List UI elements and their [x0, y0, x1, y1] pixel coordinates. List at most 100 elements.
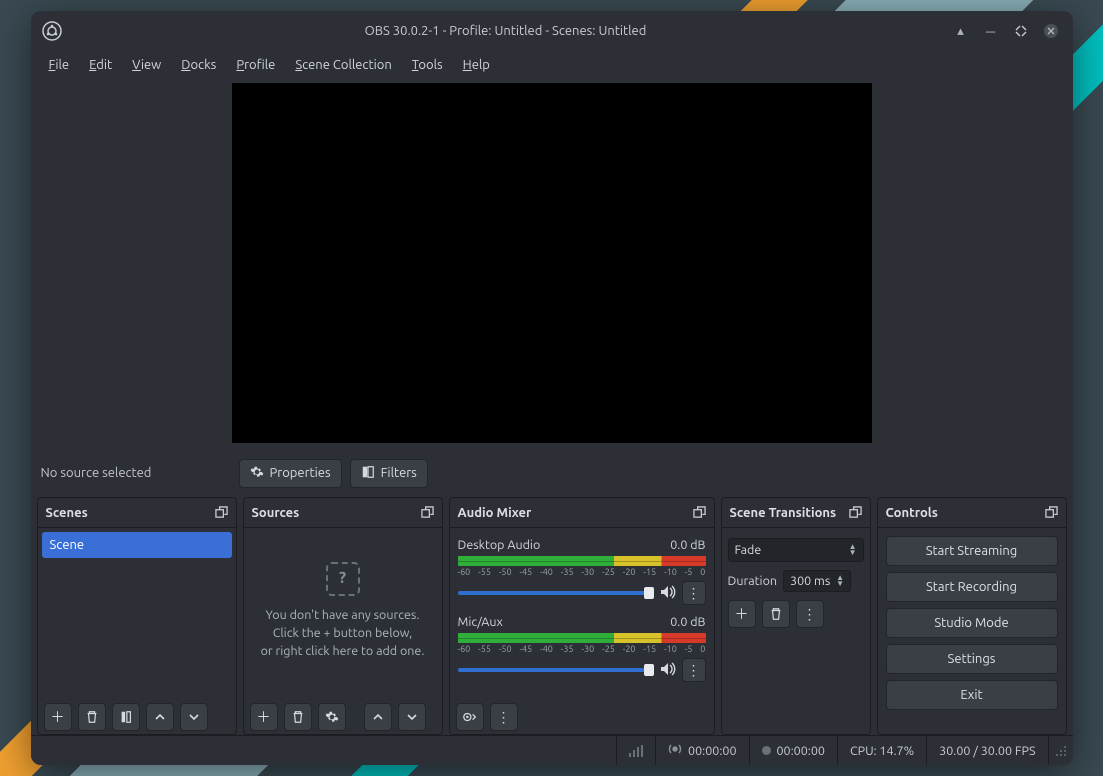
scene-filter-button[interactable] [112, 703, 140, 731]
audio-ticks: -60-55-50-45-40-35-30-25-20-15-10-50 [458, 567, 706, 577]
menu-docks[interactable]: Docks [173, 56, 224, 74]
sources-empty-line: or right click here to add one. [254, 642, 432, 660]
source-properties-button[interactable] [318, 703, 346, 731]
scene-down-button[interactable] [180, 703, 208, 731]
menu-view[interactable]: View [124, 56, 169, 74]
volume-slider[interactable] [458, 591, 654, 595]
start-streaming-button[interactable]: Start Streaming [886, 536, 1058, 566]
filters-icon [361, 465, 375, 482]
window-minimize-button[interactable]: ─ [979, 19, 1003, 43]
sources-panel: Sources ? You don't have any sources. Cl… [243, 497, 443, 735]
status-fps: 30.00 / 30.00 FPS [926, 736, 1047, 765]
speaker-icon[interactable] [660, 662, 676, 679]
channel-name: Desktop Audio [458, 538, 541, 552]
updown-icon: ▲▼ [849, 544, 857, 556]
popout-icon[interactable] [849, 506, 862, 519]
source-up-button[interactable] [364, 703, 392, 731]
status-cpu: CPU: 14.7% [837, 736, 926, 765]
transition-selected: Fade [735, 543, 762, 557]
channel-db: 0.0 dB [670, 615, 705, 629]
window-title: OBS 30.0.2-1 - Profile: Untitled - Scene… [69, 24, 943, 38]
scene-item[interactable]: Scene [42, 532, 232, 558]
menu-help[interactable]: Help [455, 56, 498, 74]
obs-window: OBS 30.0.2-1 - Profile: Untitled - Scene… [31, 11, 1073, 765]
audio-meter [458, 556, 706, 566]
menu-scene-collection[interactable]: Scene Collection [287, 56, 399, 74]
record-dot-icon [762, 746, 771, 755]
window-maximize-button[interactable] [1009, 19, 1033, 43]
settings-button[interactable]: Settings [886, 644, 1058, 674]
studio-mode-button[interactable]: Studio Mode [886, 608, 1058, 638]
controls-panel: Controls Start Streaming Start Recording S… [877, 497, 1067, 735]
preview-canvas[interactable] [232, 83, 872, 443]
channel-db: 0.0 dB [670, 538, 705, 552]
scenes-panel: Scenes Scene ＋ [37, 497, 237, 735]
status-network [616, 736, 655, 765]
source-down-button[interactable] [398, 703, 426, 731]
gear-icon [250, 465, 264, 482]
scene-add-button[interactable]: ＋ [44, 703, 72, 731]
source-add-button[interactable]: ＋ [250, 703, 278, 731]
obs-logo-icon [41, 20, 63, 42]
speaker-icon[interactable] [660, 585, 676, 602]
duration-value: 300 ms [790, 574, 830, 588]
scenes-title: Scenes [46, 506, 88, 520]
question-icon: ? [326, 562, 360, 596]
properties-button[interactable]: Properties [239, 459, 342, 488]
popout-icon[interactable] [693, 506, 706, 519]
status-rec: 00:00:00 [749, 736, 837, 765]
mixer-advanced-button[interactable] [456, 703, 484, 731]
status-resize-grip[interactable] [1048, 736, 1073, 765]
exit-button[interactable]: Exit [886, 680, 1058, 710]
menu-edit[interactable]: Edit [81, 56, 120, 74]
duration-spinner[interactable]: 300 ms ▲▼ [783, 570, 851, 592]
window-ontop-button[interactable]: ▴ [949, 19, 973, 43]
channel-menu-button[interactable]: ⋮ [682, 658, 706, 682]
mixer-menu-button[interactable]: ⋮ [490, 703, 518, 731]
menu-file[interactable]: File [41, 56, 78, 74]
rec-time: 00:00:00 [777, 744, 825, 758]
menubar: File Edit View Docks Profile Scene Colle… [31, 51, 1073, 79]
audio-ticks: -60-55-50-45-40-35-30-25-20-15-10-50 [458, 644, 706, 654]
channel-menu-button[interactable]: ⋮ [682, 581, 706, 605]
scene-up-button[interactable] [146, 703, 174, 731]
updown-icon: ▲▼ [836, 575, 844, 587]
menu-profile[interactable]: Profile [228, 56, 283, 74]
statusbar: 00:00:00 00:00:00 CPU: 14.7% 30.00 / 30.… [31, 735, 1073, 765]
audio-channel: Desktop Audio 0.0 dB -60-55-50-45-40-35-… [458, 538, 706, 605]
sources-list[interactable]: ? You don't have any sources. Click the … [244, 528, 442, 700]
filters-button[interactable]: Filters [350, 459, 428, 488]
properties-label: Properties [270, 466, 331, 480]
mixer-title: Audio Mixer [458, 506, 532, 520]
duration-label: Duration [728, 574, 778, 588]
docks-row: Scenes Scene ＋ [31, 497, 1073, 735]
transition-remove-button[interactable] [762, 600, 790, 628]
transition-add-button[interactable]: ＋ [728, 600, 756, 628]
sources-empty-line: You don't have any sources. [254, 606, 432, 624]
audio-channel: Mic/Aux 0.0 dB -60-55-50-45-40-35-30-25-… [458, 615, 706, 682]
titlebar: OBS 30.0.2-1 - Profile: Untitled - Scene… [31, 11, 1073, 51]
channel-name: Mic/Aux [458, 615, 503, 629]
filters-label: Filters [381, 466, 417, 480]
signal-icon [629, 745, 643, 757]
volume-slider[interactable] [458, 668, 654, 672]
source-toolbar: No source selected Properties Filters [31, 449, 1073, 497]
no-source-label: No source selected [41, 466, 231, 480]
start-recording-button[interactable]: Start Recording [886, 572, 1058, 602]
transitions-title: Scene Transitions [730, 506, 837, 520]
scene-remove-button[interactable] [78, 703, 106, 731]
transition-select[interactable]: Fade ▲▼ [728, 538, 864, 562]
live-time: 00:00:00 [688, 744, 736, 758]
popout-icon[interactable] [1045, 506, 1058, 519]
broadcast-icon [668, 742, 682, 759]
window-close-button[interactable] [1039, 19, 1063, 43]
menu-tools[interactable]: Tools [404, 56, 451, 74]
controls-title: Controls [886, 506, 938, 520]
audio-mixer-panel: Audio Mixer Desktop Audio 0.0 dB -60-55-… [449, 497, 715, 735]
popout-icon[interactable] [421, 506, 434, 519]
popout-icon[interactable] [215, 506, 228, 519]
source-remove-button[interactable] [284, 703, 312, 731]
sources-title: Sources [252, 506, 300, 520]
preview-area [31, 79, 1073, 449]
transition-menu-button[interactable]: ⋮ [796, 600, 824, 628]
